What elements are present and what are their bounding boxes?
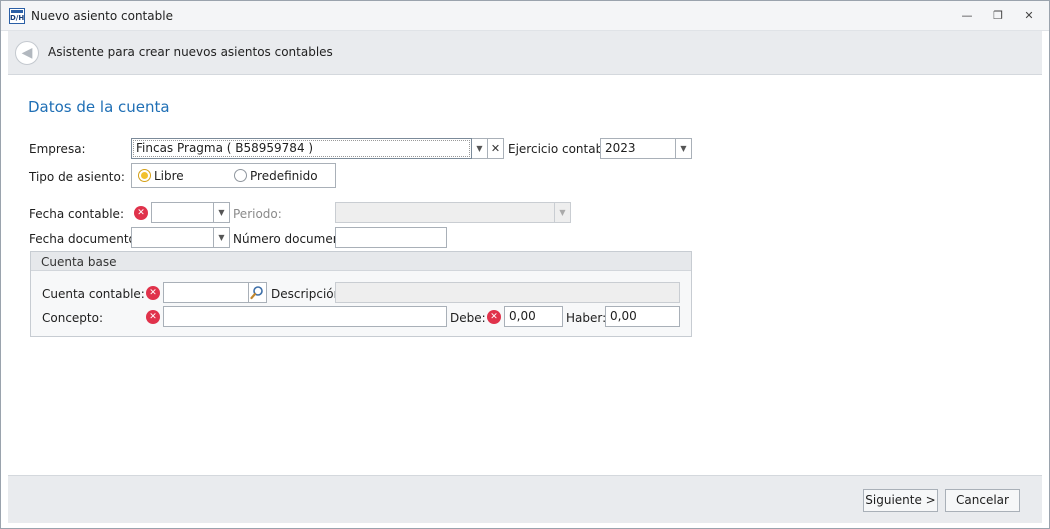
periodo-label: Periodo: bbox=[233, 207, 282, 221]
radio-libre-label[interactable]: Libre bbox=[154, 169, 184, 183]
ejercicio-dropdown-icon[interactable]: ▼ bbox=[676, 138, 692, 159]
cuenta-base-header: Cuenta base bbox=[31, 252, 691, 271]
cuenta-contable-input[interactable] bbox=[163, 282, 249, 303]
concepto-error-icon: ✕ bbox=[146, 310, 160, 324]
empresa-dropdown-icon[interactable]: ▼ bbox=[472, 138, 488, 159]
cuenta-contable-error-icon: ✕ bbox=[146, 286, 160, 300]
concepto-label: Concepto: bbox=[42, 311, 104, 325]
radio-predefinido-label[interactable]: Predefinido bbox=[250, 169, 318, 183]
search-icon[interactable] bbox=[249, 282, 267, 303]
empresa-label: Empresa: bbox=[29, 142, 86, 156]
close-button[interactable]: ✕ bbox=[1018, 6, 1040, 26]
debe-input[interactable]: 0,00 bbox=[504, 306, 563, 327]
radio-predefinido[interactable] bbox=[234, 169, 247, 182]
concepto-input[interactable] bbox=[163, 306, 447, 327]
wizard-title: Asistente para crear nuevos asientos con… bbox=[48, 45, 333, 59]
wizard-window: D/H Nuevo asiento contable — ❐ ✕ ◀ Asist… bbox=[0, 0, 1050, 529]
descripcion-input bbox=[335, 282, 680, 303]
window-title: Nuevo asiento contable bbox=[31, 9, 173, 23]
wizard-footer: Siguiente > Cancelar bbox=[8, 475, 1042, 523]
cancel-button[interactable]: Cancelar bbox=[945, 489, 1020, 512]
cuenta-base-title: Cuenta base bbox=[41, 255, 117, 269]
app-logo-icon: D/H bbox=[9, 8, 25, 24]
wizard-header: ◀ Asistente para crear nuevos asientos c… bbox=[8, 31, 1042, 75]
debe-label: Debe: bbox=[450, 311, 486, 325]
periodo-combo bbox=[335, 202, 555, 223]
section-title: Datos de la cuenta bbox=[28, 98, 170, 116]
ejercicio-combo[interactable]: 2023 bbox=[600, 138, 676, 159]
minimize-button[interactable]: — bbox=[956, 6, 978, 26]
fecha-contable-dropdown-icon[interactable]: ▼ bbox=[214, 202, 230, 223]
radio-libre[interactable] bbox=[138, 169, 151, 182]
haber-label: Haber: bbox=[566, 311, 607, 325]
fecha-documento-dropdown-icon[interactable]: ▼ bbox=[214, 227, 230, 248]
numero-documento-input[interactable] bbox=[335, 227, 447, 248]
next-button[interactable]: Siguiente > bbox=[863, 489, 938, 512]
periodo-dropdown-icon: ▼ bbox=[555, 202, 571, 223]
magnifier-svg bbox=[250, 286, 263, 300]
back-arrow-icon[interactable]: ◀ bbox=[15, 41, 39, 65]
restore-button[interactable]: ❐ bbox=[987, 6, 1009, 26]
fecha-contable-error-icon: ✕ bbox=[134, 206, 148, 220]
cuenta-base-group: Cuenta base Cuenta contable: ✕ Descripci… bbox=[30, 251, 692, 337]
tipo-asiento-label: Tipo de asiento: bbox=[29, 170, 125, 184]
cuenta-contable-label: Cuenta contable: bbox=[42, 287, 145, 301]
debe-error-icon: ✕ bbox=[487, 310, 501, 324]
fecha-documento-label: Fecha documento: bbox=[29, 232, 140, 246]
empresa-clear-icon[interactable]: ✕ bbox=[488, 138, 504, 159]
haber-input[interactable]: 0,00 bbox=[605, 306, 680, 327]
title-bar: D/H Nuevo asiento contable — ❐ ✕ bbox=[1, 1, 1049, 31]
fecha-documento-input[interactable] bbox=[131, 227, 214, 248]
fecha-contable-label: Fecha contable: bbox=[29, 207, 124, 221]
empresa-combo[interactable]: Fincas Pragma ( B58959784 ) bbox=[131, 138, 472, 159]
fecha-contable-input[interactable] bbox=[151, 202, 214, 223]
app-icon-text: D/H bbox=[10, 14, 25, 22]
tipo-asiento-radio-group: Libre Predefinido bbox=[131, 163, 336, 188]
